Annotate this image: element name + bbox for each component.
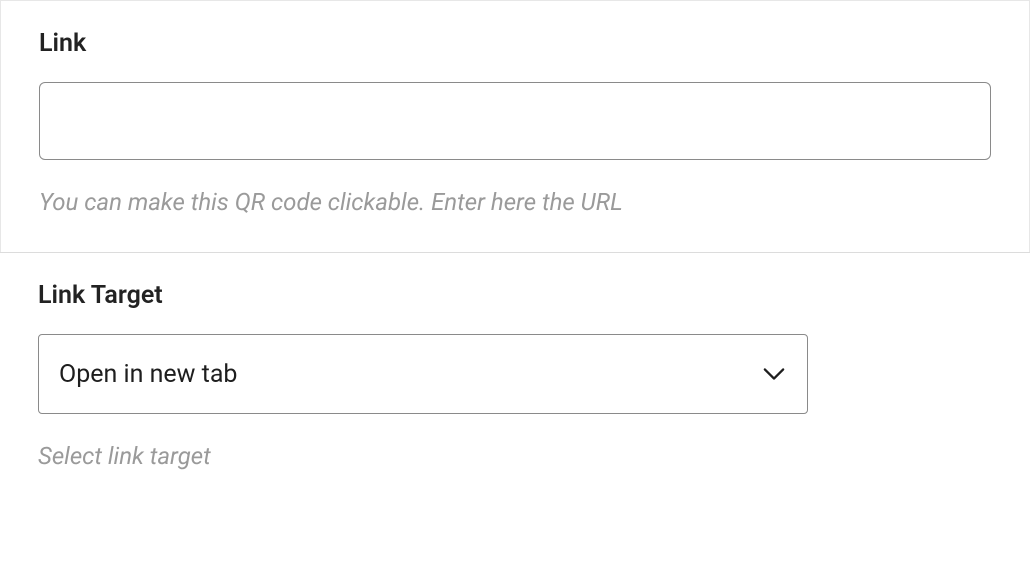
link-section: Link You can make this QR code clickable… — [0, 0, 1030, 252]
link-target-select-wrap: Open in new tab — [38, 334, 808, 414]
link-target-section: Link Target Open in new tab Select link … — [0, 252, 1030, 506]
link-target-helper-text: Select link target — [38, 442, 992, 470]
link-helper-text: You can make this QR code clickable. Ent… — [39, 188, 991, 216]
link-input[interactable] — [39, 82, 991, 160]
link-target-label: Link Target — [38, 281, 992, 310]
link-target-selected-value: Open in new tab — [59, 360, 237, 389]
link-label: Link — [39, 29, 991, 58]
link-target-select[interactable]: Open in new tab — [38, 334, 808, 414]
